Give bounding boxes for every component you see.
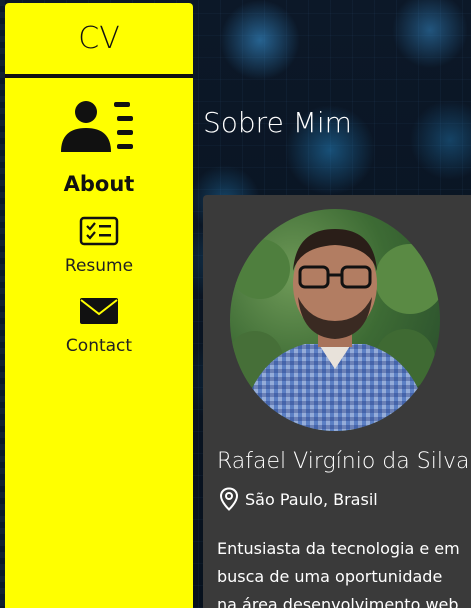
location-text: São Paulo, Brasil [245, 489, 378, 509]
profile-location: São Paulo, Brasil [219, 487, 378, 511]
checklist-icon [79, 216, 119, 250]
sidebar: CV About Resume Contact [5, 3, 193, 608]
sidebar-item-label: Contact [65, 336, 133, 356]
sidebar-divider [5, 74, 193, 78]
avatar [230, 209, 440, 431]
profile-card: Rafael Virgínio da Silva São Paulo, Bras… [203, 195, 471, 608]
sidebar-item-contact[interactable]: Contact [5, 296, 193, 356]
sidebar-item-label: About [63, 172, 135, 196]
page-title: Sobre Mim [203, 106, 352, 139]
envelope-icon [79, 296, 119, 330]
sidebar-item-resume[interactable]: Resume [5, 216, 193, 276]
user-list-icon [59, 98, 139, 162]
sidebar-item-about[interactable]: About [5, 98, 193, 196]
sidebar-item-label: Resume [64, 256, 134, 276]
brand-logo[interactable]: CV [5, 3, 193, 74]
profile-bio: Entusiasta da tecnologia e em busca de u… [217, 539, 460, 608]
location-pin-icon [219, 487, 239, 511]
profile-name: Rafael Virgínio da Silva [217, 449, 470, 474]
